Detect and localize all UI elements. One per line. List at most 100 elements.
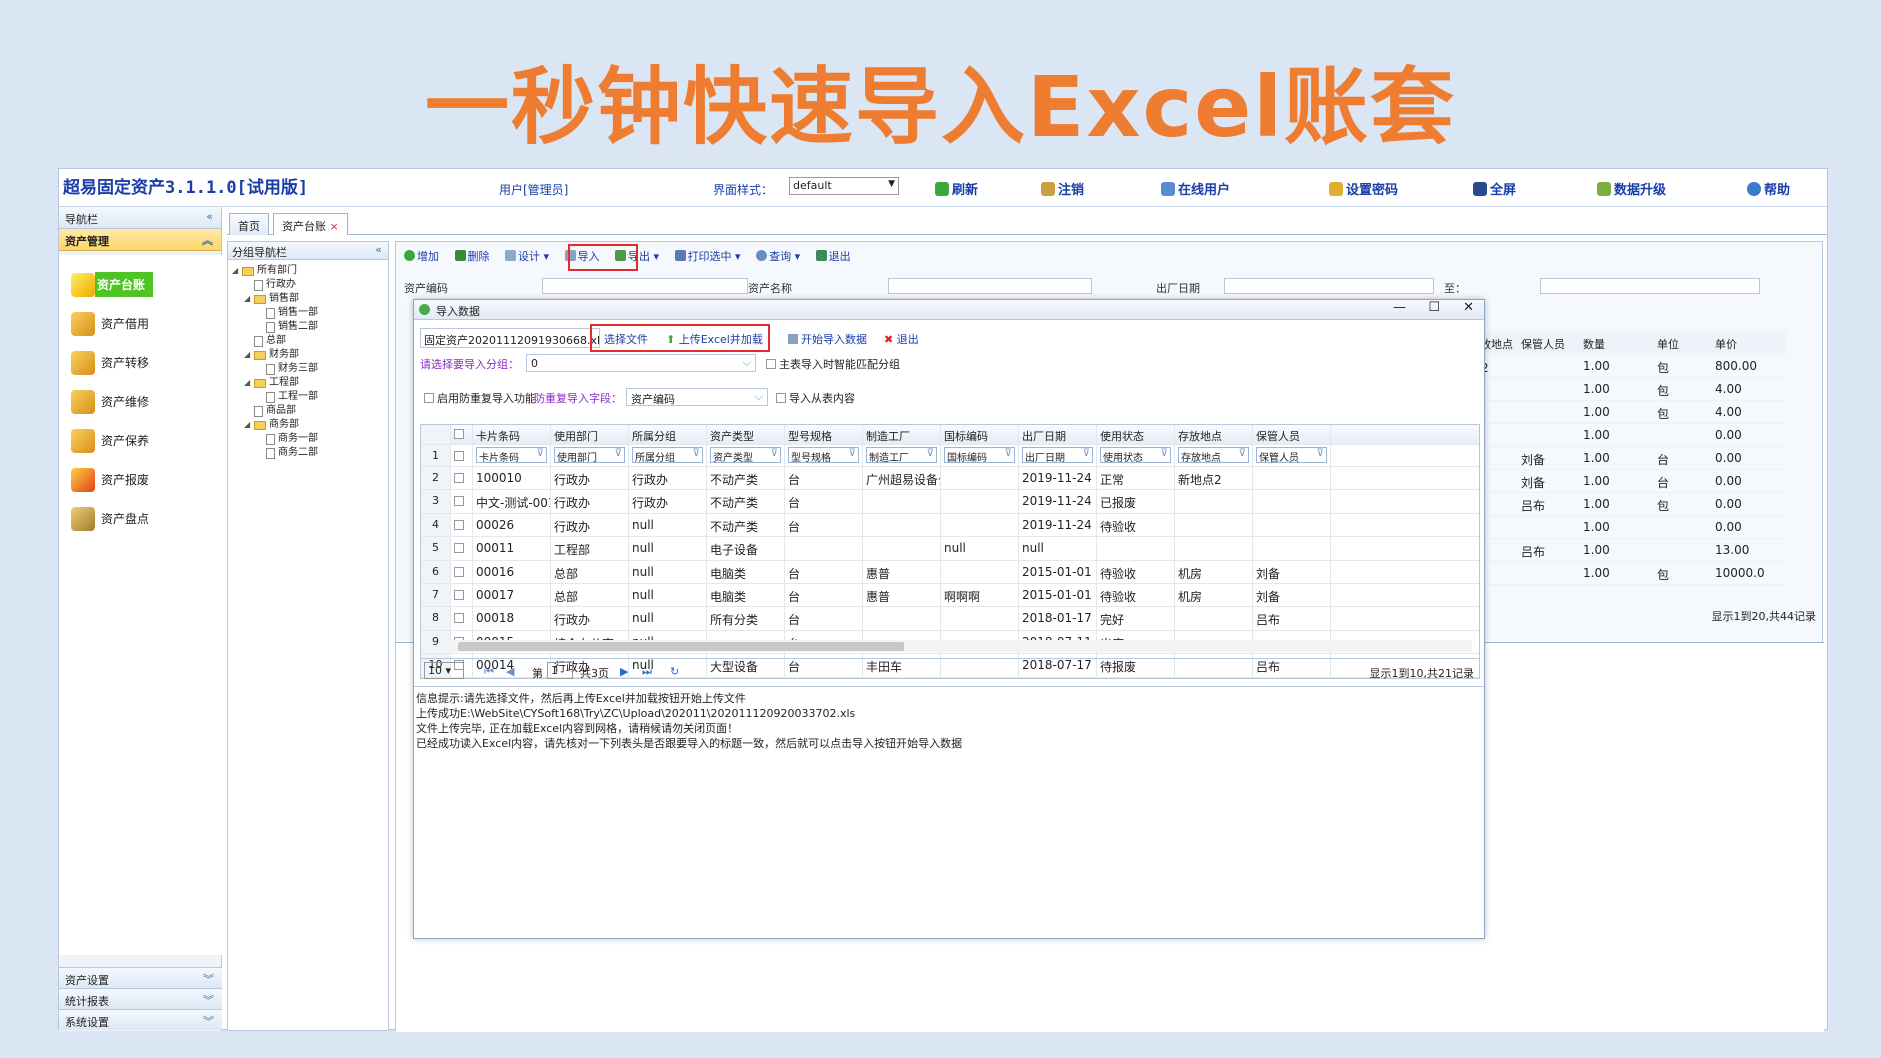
filter-icon[interactable]: ⊽ (693, 448, 700, 459)
expand-toggle-icon[interactable]: ◢ (244, 348, 254, 362)
filter-icon[interactable]: ⊽ (1005, 448, 1012, 459)
tree-node[interactable]: 总部 (232, 334, 388, 348)
column-filter[interactable]: 存放地点 ⊽ (1175, 445, 1253, 466)
filter-input[interactable]: 国标编码 ⊽ (944, 447, 1015, 464)
column-header[interactable]: 所属分组 (629, 425, 707, 444)
checkbox-cell[interactable] (451, 467, 473, 490)
column-header[interactable]: 制造工厂 (863, 425, 941, 444)
close-icon[interactable]: × (330, 220, 339, 233)
page-number-input[interactable]: 1 (547, 662, 573, 679)
print-selected-button[interactable]: 打印选中 ▾ (674, 248, 741, 264)
close-icon[interactable]: ✕ (1463, 300, 1474, 315)
select-all-checkbox[interactable] (454, 429, 464, 439)
tree-node[interactable]: 财务三部 (232, 362, 388, 376)
column-header[interactable]: 出厂日期 (1019, 425, 1097, 444)
page-size-select[interactable]: 10 ▾ (424, 662, 464, 679)
checkbox-cell[interactable] (451, 490, 473, 513)
column-header[interactable]: 使用状态 (1097, 425, 1175, 444)
column-header[interactable]: 国标编码 (941, 425, 1019, 444)
nav-item-asset-transfer[interactable]: 资产转移 (59, 343, 222, 382)
filter-input[interactable]: 制造工厂 ⊽ (866, 447, 937, 464)
row-checkbox[interactable] (454, 473, 464, 483)
table-row[interactable]: 刘备 1.00 台 0.00 (1466, 470, 1786, 493)
column-filter[interactable]: 所属分组 ⊽ (629, 445, 707, 466)
minimize-icon[interactable]: — (1393, 300, 1406, 315)
online-users-button[interactable]: 在线用户 (1161, 179, 1230, 198)
tree-node[interactable]: ◢ 所有部门 (232, 264, 388, 278)
column-header[interactable]: 单位 (1654, 332, 1712, 354)
checkbox-cell[interactable] (451, 583, 473, 607)
row-checkbox[interactable] (454, 451, 464, 461)
maximize-icon[interactable]: ☐ (1428, 300, 1440, 315)
nav-item-asset-borrow[interactable]: 资产借用 (59, 304, 222, 343)
factory-date-from-input[interactable] (1224, 278, 1434, 294)
filter-input[interactable]: 存放地点 ⊽ (1178, 447, 1249, 464)
checkbox[interactable] (424, 393, 434, 403)
set-password-button[interactable]: 设置密码 (1329, 179, 1398, 198)
table-row[interactable]: 1.00 包 10000.0 (1466, 562, 1786, 585)
table-row[interactable]: 吕布 1.00 包 0.00 (1466, 493, 1786, 516)
filter-icon[interactable]: ⊽ (1239, 448, 1246, 459)
prev-page-icon[interactable]: ◀ (506, 665, 514, 678)
filter-input[interactable]: 所属分组 ⊽ (632, 447, 703, 464)
next-page-icon[interactable]: ▶ (620, 665, 628, 678)
smart-match-checkbox[interactable]: 主表导入时智能匹配分组 (766, 356, 900, 372)
table-row[interactable]: 6 00016总部null电脑类台惠普 2015-01-01 00待验收机房刘备 (421, 560, 1479, 584)
exit-button[interactable]: 退出 (815, 248, 851, 264)
filter-input[interactable]: 型号规格 ⊽ (788, 447, 859, 464)
factory-date-to-input[interactable] (1540, 278, 1760, 294)
column-filter[interactable]: 出厂日期 ⊽ (1019, 445, 1097, 466)
table-row[interactable]: 1.00 包 4.00 (1466, 378, 1786, 401)
nav-item-asset-repair[interactable]: 资产维修 (59, 382, 222, 421)
row-checkbox[interactable] (454, 566, 464, 577)
checkbox-cell[interactable] (451, 425, 473, 444)
column-filter[interactable]: 制造工厂 ⊽ (863, 445, 941, 466)
column-filter[interactable]: 卡片条码 ⊽ (473, 445, 551, 466)
column-filter[interactable]: 保管人员 ⊽ (1253, 445, 1331, 466)
table-row[interactable]: 1.00 0.00 (1466, 424, 1786, 447)
table-row[interactable]: 1.00 0.00 (1466, 516, 1786, 539)
column-header[interactable]: 型号规格 (785, 425, 863, 444)
column-filter[interactable]: 资产类型 ⊽ (707, 445, 785, 466)
column-filter[interactable]: 国标编码 ⊽ (941, 445, 1019, 466)
query-button[interactable]: 查询 ▾ (756, 248, 800, 264)
tree-node[interactable]: 商务一部 (232, 432, 388, 446)
file-name-field[interactable]: 固定资产20201112091930668.xls (420, 328, 600, 348)
filter-input[interactable]: 卡片条码 ⊽ (476, 447, 547, 464)
nav-item-asset-inventory[interactable]: 资产盘点 (59, 499, 222, 538)
row-checkbox[interactable] (454, 589, 464, 600)
filter-icon[interactable]: ⊽ (849, 448, 856, 459)
checkbox-cell[interactable] (451, 513, 473, 537)
logout-button[interactable]: 注销 (1041, 179, 1084, 198)
import-sub-checkbox[interactable]: 导入从表内容 (776, 390, 855, 406)
table-row[interactable]: 刘备 1.00 台 0.00 (1466, 447, 1786, 470)
dialog-exit-button[interactable]: ✖ 退出 (884, 331, 919, 347)
last-page-icon[interactable]: ⏭ (642, 665, 652, 679)
table-row[interactable]: 7 00017总部null电脑类台惠普啊啊啊2015-01-01 00待验收机房刘… (421, 583, 1479, 608)
nav-reports[interactable]: 统计报表 ︾ (59, 988, 222, 1009)
start-import-button[interactable]: 开始导入数据 (788, 331, 867, 347)
column-header[interactable]: 保管人员 (1518, 332, 1580, 354)
tree-node[interactable]: 行政办 (232, 278, 388, 292)
tree-node[interactable]: ◢ 工程部 (232, 376, 388, 390)
asset-code-input[interactable] (542, 278, 748, 294)
scrollbar-thumb[interactable] (458, 642, 904, 651)
table-row[interactable]: 2100010行政办行政办不动产类台广州超易设备公司2019-11-24 00正… (421, 467, 1479, 491)
column-header[interactable]: 存放地点 (1175, 425, 1253, 444)
expand-toggle-icon[interactable]: ◢ (244, 292, 254, 306)
table-row[interactable]: 点21.00包800.00 (1466, 355, 1786, 378)
column-header[interactable]: 卡片条码 (473, 425, 551, 444)
fullscreen-button[interactable]: 全屏 (1473, 179, 1516, 198)
import-group-select[interactable]: 0 ⌵ (526, 354, 756, 372)
help-button[interactable]: 帮助 (1747, 179, 1790, 198)
row-checkbox[interactable] (454, 613, 464, 624)
tab-home[interactable]: 首页 (229, 213, 269, 235)
column-filter[interactable]: 型号规格 ⊽ (785, 445, 863, 466)
filter-input[interactable]: 保管人员 ⊽ (1256, 447, 1327, 464)
table-row[interactable]: 4 00026行政办null不动产类台 2019-11-24 00待验收 (421, 513, 1479, 538)
filter-icon[interactable]: ⊽ (615, 448, 622, 459)
tab-asset-ledger[interactable]: 资产台账 × (273, 213, 348, 235)
filter-icon[interactable]: ⊽ (537, 448, 544, 459)
table-row[interactable]: 5 00011 工程部 null 电子设备 null null (421, 537, 1479, 561)
collapse-icon[interactable]: « (206, 210, 213, 223)
